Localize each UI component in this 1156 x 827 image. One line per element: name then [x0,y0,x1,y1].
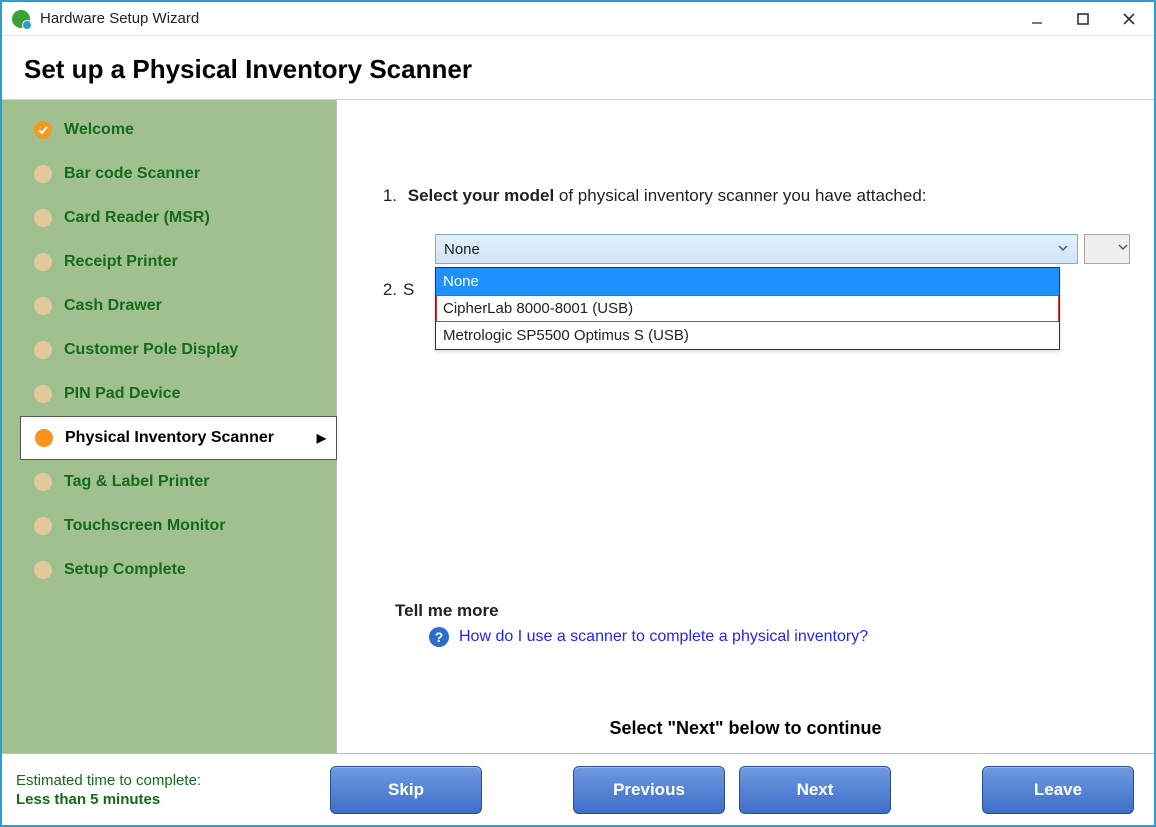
help-link[interactable]: How do I use a scanner to complete a phy… [459,628,868,646]
leave-button[interactable]: Leave [982,766,1134,814]
help-icon: ? [429,627,449,647]
page-title: Set up a Physical Inventory Scanner [24,54,1154,85]
option-label: None [443,273,479,290]
button-label: Skip [388,780,424,800]
bullet-icon [34,561,52,579]
step-label: Receipt Printer [64,253,178,271]
step-label: Customer Pole Display [64,341,238,359]
tell-me-more-section: Tell me more ? How do I use a scanner to… [375,601,868,647]
help-link-row: ? How do I use a scanner to complete a p… [429,627,868,647]
step-setup-complete[interactable]: Setup Complete [2,548,336,592]
window-buttons [1014,2,1152,35]
step-label: Bar code Scanner [64,165,200,183]
button-label: Next [797,780,834,800]
model-option-none[interactable]: None [436,268,1059,295]
step-label: Touchscreen Monitor [64,517,226,535]
step1-bold: Select your model [408,186,554,205]
page-heading: Set up a Physical Inventory Scanner [2,36,1154,100]
titlebar: Hardware Setup Wizard [2,2,1154,36]
model-option-cipherlab[interactable]: CipherLab 8000-8001 (USB) [436,295,1059,322]
option-label: CipherLab 8000-8001 (USB) [443,300,633,317]
eta-value: Less than 5 minutes [16,791,316,808]
check-icon [34,121,52,139]
bullet-icon [34,517,52,535]
tell-me-more-heading: Tell me more [395,601,868,621]
app-icon [12,10,30,28]
model-select-row: None [435,234,1130,264]
window-title: Hardware Setup Wizard [40,10,199,27]
bullet-icon [34,341,52,359]
wizard-steps-sidebar: Welcome Bar code Scanner Card Reader (MS… [2,100,337,753]
step-card-reader[interactable]: Card Reader (MSR) [2,196,336,240]
model-select[interactable]: None [435,234,1078,264]
footer-right: Leave [968,766,1134,814]
next-button[interactable]: Next [739,766,891,814]
minimize-button[interactable] [1014,2,1060,35]
eta-label: Estimated time to complete: [16,772,201,789]
chevron-down-icon [1057,241,1069,258]
close-button[interactable] [1106,2,1152,35]
step-welcome[interactable]: Welcome [2,108,336,152]
step1-instruction: 1. Select your model of physical invento… [375,186,1130,206]
step2-text: S [403,280,414,299]
chevron-right-icon: ▶ [317,431,326,445]
step-label: PIN Pad Device [64,385,181,403]
step-physical-inventory-scanner[interactable]: Physical Inventory Scanner ▶ [20,416,337,460]
wizard-footer: Estimated time to complete: Less than 5 … [2,753,1154,825]
bullet-icon [34,165,52,183]
model-select-value: None [444,241,480,258]
continue-hint: Select "Next" below to continue [337,718,1154,739]
step-receipt-printer[interactable]: Receipt Printer [2,240,336,284]
button-label: Previous [613,780,685,800]
step-number: 1. [375,186,397,206]
bullet-icon [34,209,52,227]
step-pin-pad[interactable]: PIN Pad Device [2,372,336,416]
step1-rest: of physical inventory scanner you have a… [554,186,926,205]
model-dropdown-list: None CipherLab 8000-8001 (USB) Metrologi… [435,267,1060,350]
option-label: Metrologic SP5500 Optimus S (USB) [443,327,689,344]
maximize-button[interactable] [1060,2,1106,35]
step-tag-label-printer[interactable]: Tag & Label Printer [2,460,336,504]
wizard-body: Welcome Bar code Scanner Card Reader (MS… [2,100,1154,753]
step-barcode-scanner[interactable]: Bar code Scanner [2,152,336,196]
step-label: Tag & Label Printer [64,473,210,491]
model-option-metrologic[interactable]: Metrologic SP5500 Optimus S (USB) [436,322,1059,349]
step-touchscreen-monitor[interactable]: Touchscreen Monitor [2,504,336,548]
step-label: Physical Inventory Scanner [65,429,274,447]
chevron-down-icon [1117,240,1129,258]
step-label: Welcome [64,121,134,139]
skip-button[interactable]: Skip [330,766,482,814]
step-number: 2. [375,280,397,300]
bullet-icon [34,385,52,403]
footer-mid: Previous Next [559,766,891,814]
step-label: Card Reader (MSR) [64,209,210,227]
step-label: Setup Complete [64,561,186,579]
bullet-icon [34,473,52,491]
bullet-icon [34,253,52,271]
step-label: Cash Drawer [64,297,162,315]
eta-block: Estimated time to complete: Less than 5 … [16,772,316,808]
step-cash-drawer[interactable]: Cash Drawer [2,284,336,328]
bullet-icon [35,429,53,447]
button-label: Leave [1034,780,1082,800]
bullet-icon [34,297,52,315]
wizard-main-panel: 1. Select your model of physical invento… [337,100,1154,753]
previous-button[interactable]: Previous [573,766,725,814]
step-pole-display[interactable]: Customer Pole Display [2,328,336,372]
wizard-window: Hardware Setup Wizard Set up a Physical … [0,0,1156,827]
model-select-aux-button[interactable] [1084,234,1130,264]
